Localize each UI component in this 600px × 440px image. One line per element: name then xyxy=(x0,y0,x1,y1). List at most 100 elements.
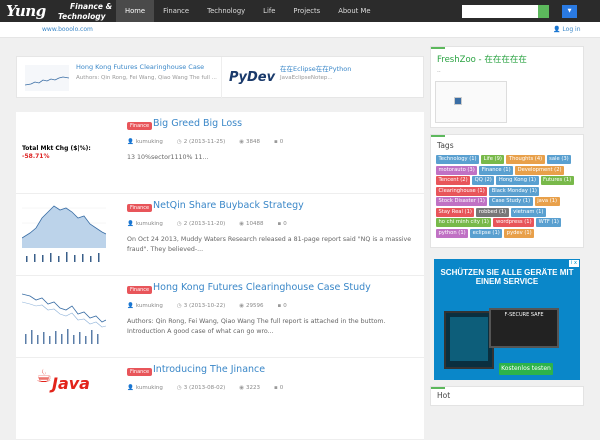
tag-item[interactable]: QQ (2) xyxy=(472,176,495,185)
post-comments: 0 xyxy=(283,303,287,309)
clock-icon: ◷ xyxy=(176,139,182,145)
site-domain-link[interactable]: www.booolo.com xyxy=(42,26,93,33)
tag-item[interactable]: Stay Real (1) xyxy=(436,207,475,217)
nav-home[interactable]: Home xyxy=(116,0,155,22)
comment-icon: ▪ xyxy=(274,139,278,145)
featured-item[interactable]: PyDev 在在Eclipse在在Python JavaEclipseNotep… xyxy=(221,57,425,99)
category-badge[interactable]: Finance xyxy=(127,286,153,294)
category-badge[interactable]: Finance xyxy=(127,122,153,130)
tag-item[interactable]: java (1) xyxy=(534,197,560,206)
post-comments: 0 xyxy=(283,221,287,227)
post-thumbnail[interactable] xyxy=(22,198,106,262)
pydev-logo: PyDev xyxy=(229,70,276,85)
post-title[interactable]: NetQin Share Buyback Strategy xyxy=(153,200,304,211)
site-logo[interactable]: Yung Finance & Technology xyxy=(6,1,114,21)
tag-item[interactable]: WTF (1) xyxy=(536,218,562,227)
post-author[interactable]: kumuking xyxy=(136,303,163,309)
post-views: 10488 xyxy=(246,221,264,227)
panel-accent xyxy=(431,387,445,389)
post-thumbnail[interactable]: ☕ Java xyxy=(22,362,106,426)
nav-finance[interactable]: Finance xyxy=(154,0,198,22)
search-button[interactable] xyxy=(538,5,549,18)
author-icon: 👤 xyxy=(127,303,134,309)
tag-item[interactable]: wordpress (1) xyxy=(493,218,535,227)
tag-item[interactable]: Clearinghouse (1) xyxy=(436,186,488,196)
dropdown-toggle-icon[interactable]: ▼ xyxy=(562,5,577,18)
tags-panel: Tags Technology (1) Life (9) Thoughts (4) s… xyxy=(430,134,584,248)
login-link[interactable]: 👤 Log in xyxy=(553,26,581,33)
post-excerpt: 13 10%sector1110% 11... xyxy=(127,154,209,161)
category-badge[interactable]: Finance xyxy=(127,368,153,376)
nav-projects[interactable]: Projects xyxy=(284,0,329,22)
tag-item[interactable]: Life (9) xyxy=(481,155,505,164)
hot-panel: Hot xyxy=(430,386,584,406)
search-input[interactable] xyxy=(462,5,538,18)
post-date: 3 (2013-08-02) xyxy=(183,385,226,391)
tag-item[interactable]: eclipse (1) xyxy=(470,228,503,238)
freshzoo-title[interactable]: FreshZoo - 在在在在在 xyxy=(437,53,527,65)
advertisement[interactable]: i x SCHÜTZEN SIE ALLE GERÄTE MIT EINEM S… xyxy=(434,259,580,380)
featured-item[interactable]: Hong Kong Futures Clearinghouse Case Aut… xyxy=(17,57,221,99)
post-date: 2 (2013-11-25) xyxy=(183,139,226,145)
tag-item[interactable]: sale (3) xyxy=(546,155,572,164)
tag-item[interactable]: robbed (1) xyxy=(476,207,509,217)
tag-item[interactable]: pydev (1) xyxy=(504,228,535,238)
ad-close-icon[interactable]: i x xyxy=(569,260,579,267)
tag-item[interactable]: Hong Kong (1) xyxy=(496,176,539,185)
category-badge[interactable]: Finance xyxy=(127,204,153,212)
login-label: Log in xyxy=(562,26,581,33)
post-item: ☕ Java Finance Introducing The Jinance 👤… xyxy=(16,358,424,440)
post-author[interactable]: kumuking xyxy=(136,221,163,227)
tag-item[interactable]: python (1) xyxy=(436,228,469,238)
logo-line1: Finance & xyxy=(70,2,113,11)
panel-accent xyxy=(431,47,445,49)
ad-cta-button[interactable]: Kostenlos testen xyxy=(499,363,553,375)
logo-line2: Technology xyxy=(58,12,106,21)
clock-icon: ◷ xyxy=(176,303,182,309)
nav-life[interactable]: Life xyxy=(254,0,284,22)
tag-item[interactable]: motorauto (3) xyxy=(436,165,478,175)
post-title[interactable]: Big Greed Big Loss xyxy=(153,118,242,129)
featured-desc: JavaEclipseNotep... xyxy=(280,75,333,81)
ad-headline: SCHÜTZEN SIE ALLE GERÄTE MIT EINEM SERVI… xyxy=(440,268,574,286)
clock-icon: ◷ xyxy=(176,385,182,391)
tag-item[interactable]: Technology (1) xyxy=(436,155,480,164)
tag-item[interactable]: Futures (1) xyxy=(540,176,574,185)
nav-about-me[interactable]: About Me xyxy=(329,0,379,22)
main-nav: Home Finance Technology Life Projects Ab… xyxy=(116,0,380,22)
post-title[interactable]: Introducing The Jinance xyxy=(153,364,265,375)
tag-item[interactable]: vietnam (1) xyxy=(510,207,546,217)
post-comments: 0 xyxy=(279,139,284,145)
nav-technology[interactable]: Technology xyxy=(198,0,254,22)
sub-header: www.booolo.com 👤 Log in xyxy=(0,22,600,38)
post-comments: 0 xyxy=(279,385,284,391)
post-thumbnail[interactable] xyxy=(22,280,106,344)
post-excerpt: Authors: Qin Rong, Fei Wang, Qiao Wang T… xyxy=(127,318,386,335)
post-title[interactable]: Hong Kong Futures Clearinghouse Case Stu… xyxy=(153,282,371,293)
tag-item[interactable]: Thoughts (4) xyxy=(506,155,545,164)
chart-thumbnail xyxy=(25,65,69,91)
post-date: 2 (2013-11-20) xyxy=(183,221,226,227)
top-navbar: Yung Finance & Technology Home Finance T… xyxy=(0,0,600,22)
featured-desc: Authors: Qin Rong, Fei Wang, Qiao Wang T… xyxy=(76,75,217,81)
featured-title[interactable]: Hong Kong Futures Clearinghouse Case xyxy=(76,63,204,71)
tag-item[interactable]: Stock Disaster (1) xyxy=(436,197,488,206)
post-author[interactable]: kumuking xyxy=(136,139,163,145)
tag-item[interactable]: Case Study (1) xyxy=(489,197,533,206)
post-thumbnail[interactable]: Total Mkt Chg ($|%): -58.71% xyxy=(22,116,106,180)
freshzoo-widget[interactable] xyxy=(435,81,507,123)
freshzoo-dots: .. xyxy=(437,67,441,74)
tag-item[interactable]: ho chi minh city (1) xyxy=(436,218,492,227)
tag-item[interactable]: Development (2) xyxy=(515,165,565,175)
eye-icon: ◉ xyxy=(239,303,245,309)
comment-icon: ▪ xyxy=(277,221,282,227)
post-views: 3848 xyxy=(246,139,261,145)
featured-title[interactable]: 在在Eclipse在在Python xyxy=(280,63,351,73)
tag-item[interactable]: Finance (1) xyxy=(479,165,514,175)
comment-icon: ▪ xyxy=(277,303,282,309)
tag-item[interactable]: Black Monday (1) xyxy=(489,186,540,196)
clock-icon: ◷ xyxy=(176,221,182,227)
thumb-value: -58.71% xyxy=(22,153,50,160)
tag-item[interactable]: Tencent (2) xyxy=(436,176,471,185)
post-author[interactable]: kumuking xyxy=(136,385,163,391)
